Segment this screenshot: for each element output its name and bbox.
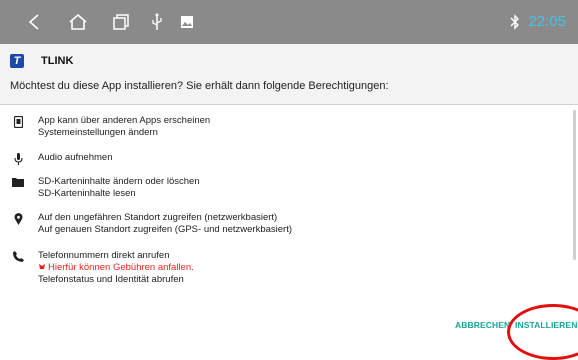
- back-icon[interactable]: [24, 0, 44, 44]
- app-title-row: T TLINK: [10, 50, 73, 72]
- microphone-icon: [10, 152, 26, 165]
- usb-icon: [148, 0, 166, 44]
- permission-line: Audio aufnehmen: [38, 152, 113, 163]
- permission-item: App kann über anderen Apps erscheinen Sy…: [10, 115, 210, 139]
- image-icon: [178, 0, 196, 44]
- permission-item: SD-Karteninhalte ändern oder löschen SD-…: [10, 176, 200, 200]
- install-prompt: Möchtest du diese App installieren? Sie …: [10, 80, 389, 92]
- phone-icon: [10, 250, 26, 286]
- warning-icon: [39, 264, 45, 269]
- bluetooth-icon: [510, 0, 520, 44]
- permission-line: SD-Karteninhalte lesen: [38, 188, 136, 199]
- permission-item: Audio aufnehmen: [10, 152, 112, 165]
- permission-line: Telefonstatus und Identität abrufen: [38, 274, 184, 285]
- folder-icon: [10, 176, 26, 200]
- permission-line: Systemeinstellungen ändern: [38, 127, 158, 138]
- divider: [0, 104, 578, 105]
- permission-line: Telefonnummern direkt anrufen: [38, 250, 170, 261]
- scrollbar[interactable]: [573, 110, 576, 260]
- permission-line: SD-Karteninhalte ändern oder löschen: [38, 176, 200, 187]
- permission-line: App kann über anderen Apps erscheinen: [38, 115, 211, 126]
- overlay-icon: [10, 115, 26, 139]
- permission-item: Auf den ungefähren Standort zugreifen (n…: [10, 212, 292, 236]
- install-header: [0, 44, 578, 104]
- cost-warning-text: Hierfür können Gebühren anfallen.: [48, 262, 194, 273]
- permission-line: Auf den ungefähren Standort zugreifen (n…: [38, 212, 278, 223]
- recents-icon[interactable]: [110, 0, 132, 44]
- cancel-button[interactable]: ABBRECHEN: [455, 320, 510, 330]
- clock: 22:05: [528, 13, 566, 30]
- permission-line: Auf genauen Standort zugreifen (GPS- und…: [38, 224, 293, 235]
- home-icon[interactable]: [66, 0, 90, 44]
- app-name: TLINK: [41, 55, 74, 67]
- status-bar: 22:05: [0, 0, 578, 44]
- highlight-circle: [507, 304, 578, 360]
- app-icon: T: [10, 54, 24, 68]
- permission-item: Telefonnummern direkt anrufen Hierfür kö…: [10, 250, 194, 286]
- cost-warning: Hierfür können Gebühren anfallen.: [38, 262, 194, 273]
- location-icon: [10, 212, 26, 236]
